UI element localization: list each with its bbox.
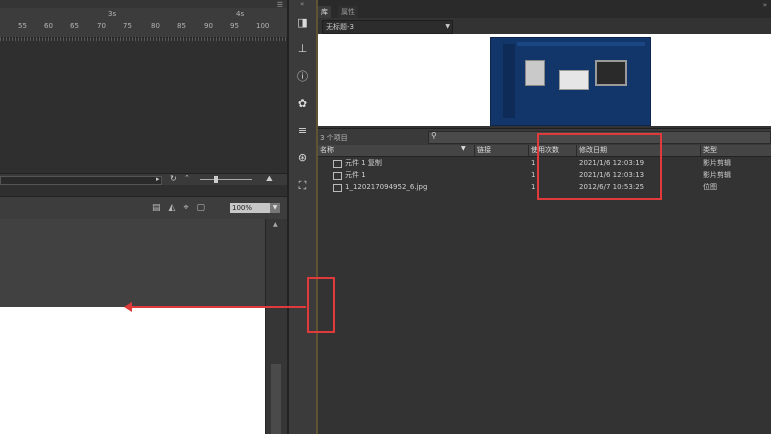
row-type: 位图 bbox=[703, 183, 717, 191]
thumbnail-monitor bbox=[595, 60, 627, 86]
frame-number: 75 bbox=[123, 22, 132, 30]
arrow-head-icon bbox=[124, 302, 132, 312]
panel-icon-strip: « ◨ ⊥ ⓘ ✿ ≡ ⊛ ⛶ bbox=[289, 0, 316, 434]
chevron-down-icon[interactable]: ▼ bbox=[445, 21, 450, 33]
thumbnail-card bbox=[525, 60, 545, 86]
ruler-ticks bbox=[0, 37, 287, 41]
frame-number: 70 bbox=[97, 22, 106, 30]
timeline-header: ☰ bbox=[0, 0, 287, 9]
chevron-down-icon[interactable]: ▼ bbox=[270, 203, 280, 213]
column-link[interactable]: 链接 bbox=[474, 145, 527, 156]
zoom-out-icon[interactable]: ⌃ bbox=[184, 174, 190, 182]
frame-number: 65 bbox=[70, 22, 79, 30]
thumbnail-card bbox=[559, 70, 589, 90]
timeline-ruler[interactable]: 3s 4s 55 60 65 70 75 80 85 90 95 100 bbox=[0, 8, 287, 41]
date-highlight-box bbox=[537, 133, 662, 200]
frame-number: 55 bbox=[18, 22, 27, 30]
divider-highlight-box bbox=[307, 277, 335, 333]
movieclip-icon bbox=[333, 172, 342, 180]
play-arrow-icon[interactable]: ▸ bbox=[156, 175, 160, 183]
frame-number: 80 bbox=[151, 22, 160, 30]
item-count: 3 个项目 bbox=[320, 134, 348, 142]
search-icon: ⚲ bbox=[431, 131, 437, 140]
row-name: 1_120217094952_6.jpg bbox=[345, 183, 428, 191]
collapse-right-icon[interactable]: » bbox=[763, 1, 767, 9]
align-left-icon[interactable]: ≡ bbox=[296, 124, 309, 137]
info-icon[interactable]: ⓘ bbox=[296, 70, 309, 83]
stage-canvas[interactable] bbox=[0, 307, 265, 434]
library-document-select[interactable]: 无标题-3 ▼ bbox=[322, 20, 453, 34]
column-type[interactable]: 类型 bbox=[700, 145, 771, 156]
stage-vertical-scrollbar[interactable]: ▲ bbox=[265, 219, 288, 434]
align-icon[interactable]: ⊥ bbox=[296, 42, 309, 55]
stage-clip-icon[interactable]: ◭ bbox=[169, 203, 176, 213]
sort-arrow-icon[interactable]: ▼ bbox=[461, 145, 466, 152]
frame-number: 60 bbox=[44, 22, 53, 30]
timeline-scrollbar[interactable]: ▸ ↻ ⌃ ⛰ bbox=[0, 173, 287, 185]
free-transform-icon[interactable]: ⛶ bbox=[296, 179, 309, 192]
second-label: 3s bbox=[108, 10, 117, 18]
annotation-arrow bbox=[128, 306, 306, 308]
color-palette-icon[interactable]: ✿ bbox=[296, 97, 309, 110]
transform-icon[interactable]: ⊛ bbox=[296, 151, 309, 164]
stage-toolbar: ▤ ◭ ⌖ ▢ 100% ▼ bbox=[0, 196, 287, 221]
timeline-scroll-track[interactable] bbox=[0, 176, 162, 185]
frame-number: 95 bbox=[230, 22, 239, 30]
library-preview bbox=[318, 34, 771, 126]
frame-number: 85 bbox=[177, 22, 186, 30]
row-name: 元件 1 bbox=[345, 171, 366, 179]
frame-number: 100 bbox=[256, 22, 270, 30]
frame-number: 90 bbox=[204, 22, 213, 30]
scroll-thumb[interactable] bbox=[271, 364, 281, 434]
center-icon[interactable]: ⌖ bbox=[183, 203, 188, 213]
preview-thumbnail bbox=[490, 37, 651, 126]
row-type: 影片剪辑 bbox=[703, 171, 731, 179]
scroll-up-icon[interactable]: ▲ bbox=[273, 221, 278, 228]
stage-camera-icon[interactable]: ▤ bbox=[152, 203, 161, 213]
zoom-select[interactable]: 100% bbox=[230, 203, 272, 213]
library-icon[interactable]: ◨ bbox=[296, 16, 309, 29]
row-uses: 1 bbox=[531, 171, 536, 179]
column-name[interactable]: 名称 bbox=[318, 145, 470, 156]
timeline-zoom-slider[interactable] bbox=[200, 179, 252, 180]
loop-icon[interactable]: ↻ bbox=[170, 174, 177, 183]
row-type: 影片剪辑 bbox=[703, 159, 731, 167]
slider-handle[interactable] bbox=[214, 176, 218, 183]
second-label: 4s bbox=[236, 10, 245, 18]
zoom-in-icon[interactable]: ⛰ bbox=[266, 174, 273, 184]
bitmap-icon bbox=[333, 184, 342, 192]
movieclip-icon bbox=[333, 160, 342, 168]
library-tab-bar: » bbox=[318, 0, 771, 18]
tab-library[interactable]: 库 bbox=[318, 6, 331, 18]
thumbnail-header bbox=[517, 42, 645, 46]
row-uses: 1 bbox=[531, 159, 536, 167]
document-name: 无标题-3 bbox=[326, 23, 354, 31]
row-uses: 1 bbox=[531, 183, 536, 191]
frame-icon[interactable]: ▢ bbox=[197, 203, 206, 213]
row-name: 元件 1 复制 bbox=[345, 159, 382, 167]
tab-properties[interactable]: 属性 bbox=[338, 6, 358, 18]
collapse-icon[interactable]: « bbox=[300, 0, 304, 8]
thumbnail-sidebar bbox=[503, 44, 515, 118]
